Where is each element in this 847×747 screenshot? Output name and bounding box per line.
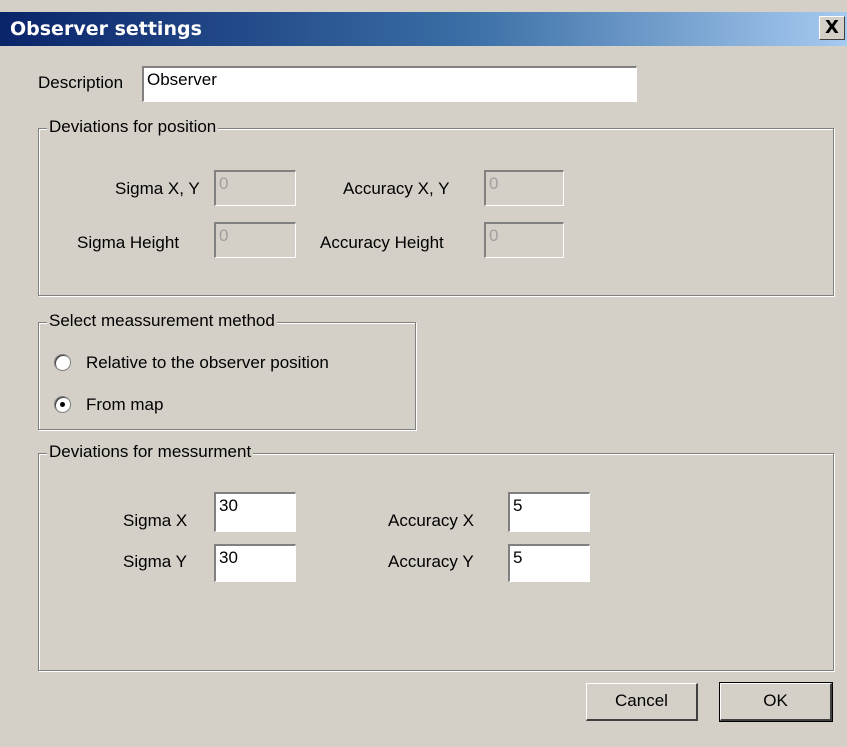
accuracy-y-input[interactable]: 5 bbox=[508, 544, 590, 582]
sigma-x-label: Sigma X bbox=[123, 511, 188, 530]
relative-to-observer-label[interactable]: Relative to the observer position bbox=[86, 353, 329, 373]
description-input[interactable]: Observer bbox=[142, 66, 637, 102]
sigma-height-label: Sigma Height bbox=[77, 233, 180, 252]
accuracy-x-input[interactable]: 5 bbox=[508, 492, 590, 532]
accuracy-xy-label: Accuracy X, Y bbox=[343, 179, 450, 198]
ok-button[interactable]: OK bbox=[719, 682, 833, 722]
sigma-y-input[interactable]: 30 bbox=[214, 544, 296, 582]
observer-settings-dialog: Observer settings X Description Observer… bbox=[0, 0, 847, 747]
measurement-group-title: Deviations for messurment bbox=[47, 442, 254, 462]
dialog-title: Observer settings bbox=[10, 18, 202, 40]
title-bar[interactable]: Observer settings X bbox=[0, 12, 847, 46]
accuracy-height-input[interactable]: 0 bbox=[484, 222, 564, 258]
from-map-radio[interactable] bbox=[54, 396, 71, 413]
position-group-title: Deviations for position bbox=[47, 117, 219, 137]
method-group-title: Select meassurement method bbox=[47, 311, 277, 331]
sigma-x-input[interactable]: 30 bbox=[214, 492, 296, 532]
accuracy-x-label: Accuracy X bbox=[388, 511, 474, 530]
position-deviations-group: Deviations for position bbox=[38, 117, 834, 296]
accuracy-xy-input[interactable]: 0 bbox=[484, 170, 564, 206]
cancel-button[interactable]: Cancel bbox=[586, 683, 698, 721]
close-icon[interactable]: X bbox=[819, 16, 845, 40]
sigma-xy-label: Sigma X, Y bbox=[115, 179, 200, 198]
relative-to-observer-radio[interactable] bbox=[54, 354, 71, 371]
from-map-label[interactable]: From map bbox=[86, 395, 163, 415]
sigma-xy-input[interactable]: 0 bbox=[214, 170, 296, 206]
accuracy-height-label: Accuracy Height bbox=[320, 233, 444, 252]
radio-selected-dot bbox=[60, 402, 65, 407]
description-label: Description bbox=[38, 73, 124, 92]
sigma-height-input[interactable]: 0 bbox=[214, 222, 296, 258]
accuracy-y-label: Accuracy Y bbox=[388, 552, 474, 571]
sigma-y-label: Sigma Y bbox=[123, 552, 187, 571]
